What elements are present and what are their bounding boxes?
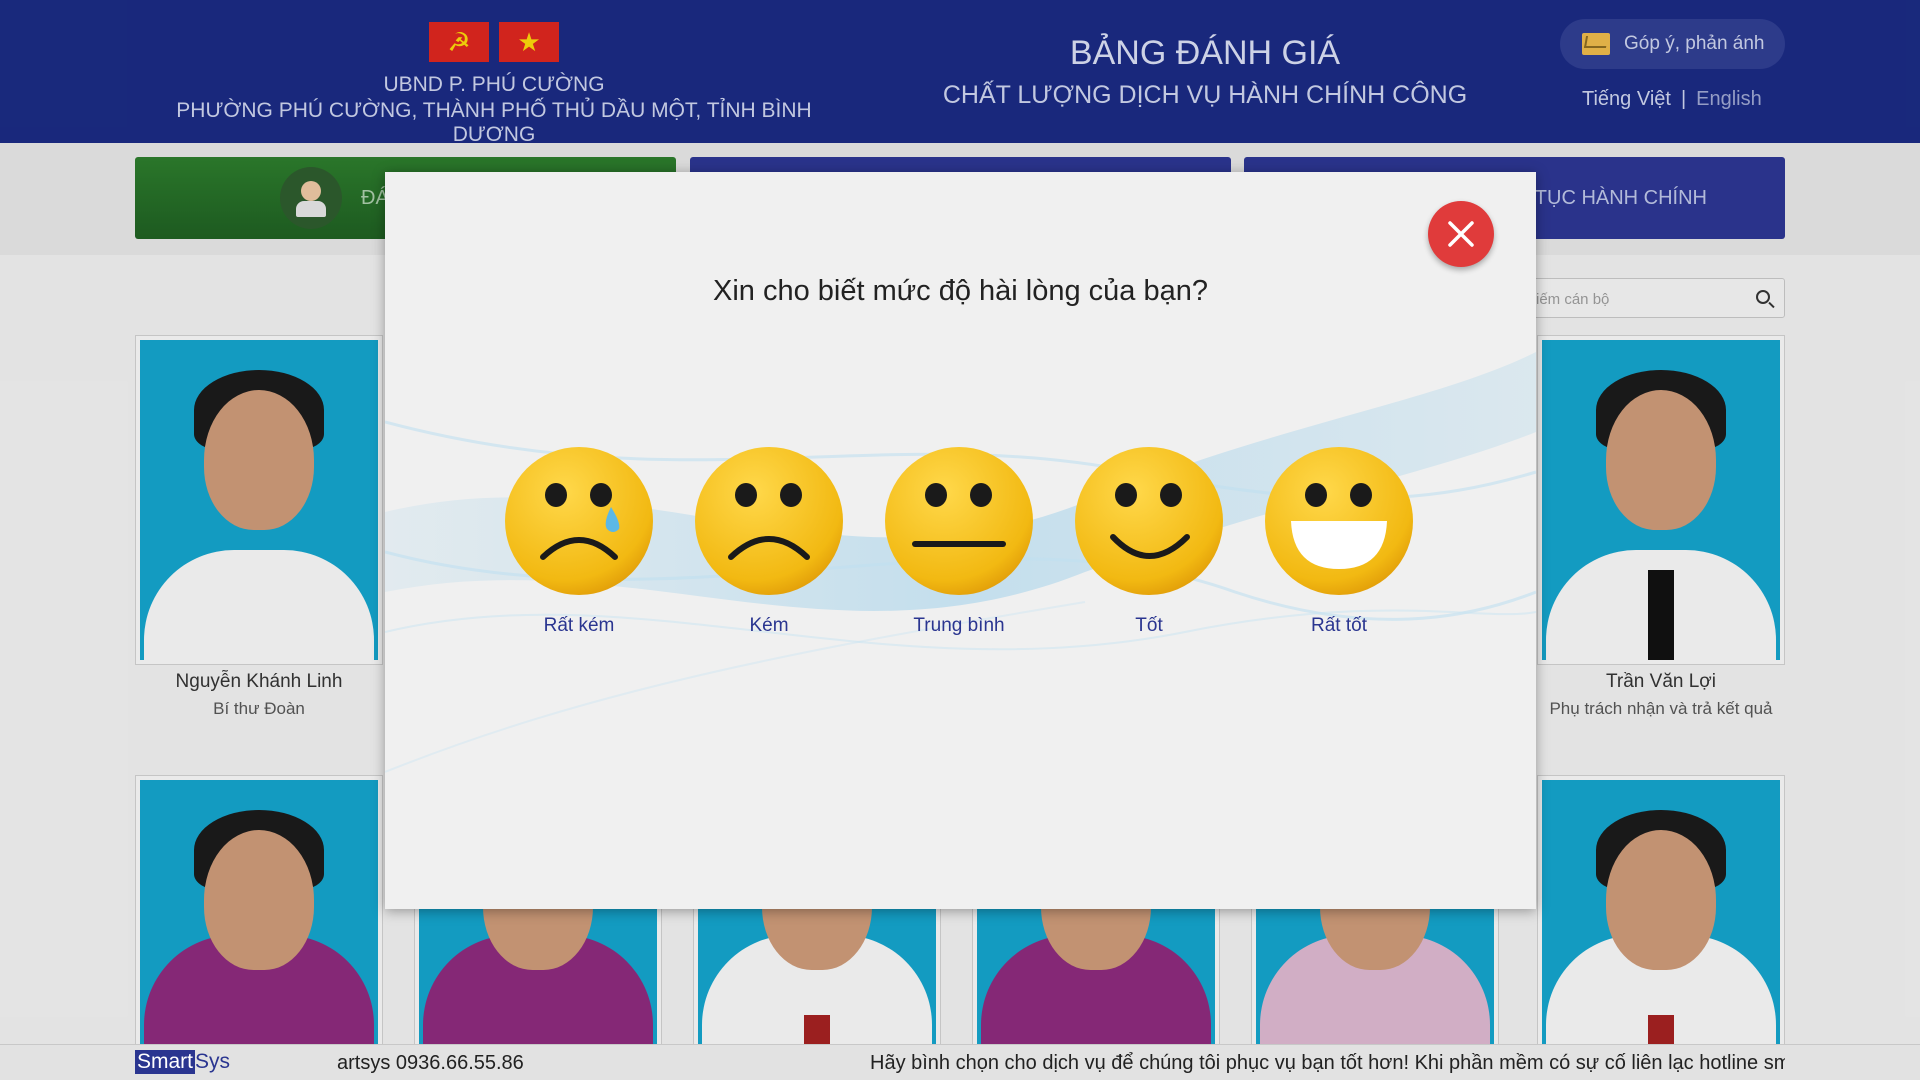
smile-face-icon — [1075, 447, 1223, 595]
logo-sys: Sys — [195, 1050, 231, 1073]
footer-marquee: Smart Sys artsys 0936.66.55.86 Hãy bình c… — [0, 1044, 1920, 1080]
rating-label: Rất tốt — [1311, 615, 1367, 636]
sad-face-icon — [695, 447, 843, 595]
rating-modal: Xin cho biết mức độ hài lòng của bạn? Rấ… — [385, 172, 1536, 909]
modal-question: Xin cho biết mức độ hài lòng của bạn? — [712, 275, 1208, 307]
rating-label: Kém — [749, 615, 789, 636]
close-icon — [1448, 221, 1474, 247]
rating-bad[interactable]: Kém — [693, 445, 845, 637]
rating-good[interactable]: Tốt — [1073, 445, 1225, 637]
smartsys-logo: Smart Sys — [135, 1050, 230, 1074]
logo-smart: Smart — [135, 1050, 196, 1074]
marquee-text-tail: artsys 0936.66.55.86 — [337, 1052, 524, 1074]
rating-label: Rất kém — [543, 615, 615, 636]
rating-label: Tốt — [1135, 615, 1163, 636]
crying-face-icon — [505, 447, 653, 595]
rating-average[interactable]: Trung bình — [883, 445, 1035, 637]
marquee-text: Hãy bình chọn cho dịch vụ để chúng tôi p… — [870, 1052, 1785, 1074]
rating-very-bad[interactable]: Rất kém — [503, 445, 655, 637]
rating-very-good[interactable]: Rất tốt — [1263, 445, 1415, 637]
grin-face-icon — [1265, 447, 1413, 595]
rating-label: Trung bình — [913, 615, 1005, 636]
neutral-face-icon — [885, 447, 1033, 595]
close-button[interactable] — [1428, 201, 1494, 267]
